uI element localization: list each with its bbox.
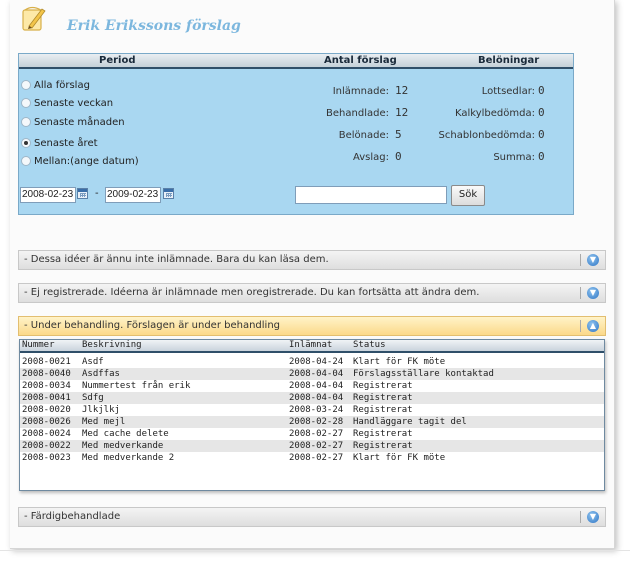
table-row[interactable]: 2008-0020 Jlkjlkj 2008-03-24 Registrerat — [20, 404, 604, 416]
lottsedlar-label: Lottsedlar: — [481, 86, 535, 97]
kalkylbedomda-value: 0 — [538, 106, 545, 119]
beloningar-header: Belöningar — [478, 55, 540, 66]
chevron-up-icon[interactable]: ▲ — [587, 320, 599, 332]
table-row[interactable]: 2008-0026 Med mejl 2008-02-28 Handläggar… — [20, 416, 604, 428]
table-header: Nummer Beskrivning Inlämnat Status — [20, 340, 604, 353]
section-title: - Dessa idéer är ännu inte inlämnade. Ba… — [24, 254, 329, 265]
radio-button[interactable] — [21, 98, 31, 108]
summa-label: Summa: — [493, 152, 535, 163]
calendar-icon[interactable] — [77, 188, 88, 199]
table-row[interactable]: 2008-0034 Nummertest från erik 2008-04-0… — [20, 380, 604, 392]
page-container: Erik Erikssons förslag Period Antal förs… — [10, 0, 615, 549]
search-input[interactable] — [295, 186, 447, 204]
radio-button[interactable] — [21, 156, 31, 166]
radio-button-selected[interactable] — [21, 138, 31, 148]
antal-header: Antal förslag — [324, 55, 397, 66]
table-row[interactable]: 2008-0021 Asdf 2008-04-24 Klart för FK m… — [20, 356, 604, 368]
period-option-mellan[interactable]: Mellan:(ange datum) — [21, 154, 139, 168]
section-under-review[interactable]: - Under behandling. Förslagen är under b… — [18, 316, 606, 336]
period-option-ar[interactable]: Senaste året — [21, 136, 98, 150]
filter-header: Period Antal förslag Belöningar — [19, 54, 573, 69]
column-header-status[interactable]: Status — [353, 340, 386, 350]
behandlade-value: 12 — [395, 106, 409, 119]
section-title: - Ej registrerade. Idéerna är inlämnade … — [24, 287, 480, 298]
kalkylbedomda-label: Kalkylbedömda: — [455, 108, 535, 119]
date-to-input[interactable]: 2009-02-23 — [105, 187, 161, 203]
filter-panel: Period Antal förslag Belöningar Alla för… — [18, 53, 574, 215]
belonade-value: 5 — [395, 128, 402, 141]
column-header-beskrivning[interactable]: Beskrivning — [82, 340, 142, 350]
chevron-down-icon[interactable]: ▼ — [587, 254, 599, 266]
page-title: Erik Erikssons förslag — [67, 18, 241, 34]
bottom-divider — [0, 550, 630, 551]
section-unregistered[interactable]: - Ej registrerade. Idéerna är inlämnade … — [18, 283, 606, 303]
section-completed[interactable]: - Färdigbehandlade ▼ — [18, 507, 606, 527]
period-header: Period — [99, 55, 136, 66]
date-separator: - — [95, 188, 99, 199]
avslag-label: Avslag: — [352, 152, 389, 163]
proposals-table: Nummer Beskrivning Inlämnat Status 2008-… — [19, 339, 605, 491]
table-row[interactable]: 2008-0024 Med cache delete 2008-02-27 Re… — [20, 428, 604, 440]
column-header-nummer[interactable]: Nummer — [22, 340, 55, 350]
avslag-value: 0 — [395, 150, 402, 163]
chevron-down-icon[interactable]: ▼ — [587, 511, 599, 523]
behandlade-label: Behandlade: — [326, 108, 389, 119]
radio-button[interactable] — [21, 80, 31, 90]
table-row[interactable]: 2008-0041 Sdfg 2008-04-04 Registrerat — [20, 392, 604, 404]
table-row[interactable]: 2008-0022 Med medverkande 2008-02-27 Reg… — [20, 440, 604, 452]
table-row[interactable]: 2008-0040 Asdffas 2008-04-04 Förslagsstä… — [20, 368, 604, 380]
separator — [580, 320, 581, 332]
column-header-inlamnat[interactable]: Inlämnat — [289, 340, 332, 350]
separator — [580, 511, 581, 523]
notepad-pencil-icon — [22, 6, 46, 31]
period-option-alla[interactable]: Alla förslag — [21, 78, 90, 92]
chevron-down-icon[interactable]: ▼ — [587, 287, 599, 299]
search-button[interactable]: Sök — [451, 185, 485, 206]
section-title: - Under behandling. Förslagen är under b… — [24, 320, 281, 331]
summa-value: 0 — [538, 150, 545, 163]
schablonbedomda-label: Schablonbedömda: — [438, 130, 535, 141]
separator — [580, 254, 581, 266]
lottsedlar-value: 0 — [538, 84, 545, 97]
schablonbedomda-value: 0 — [538, 128, 545, 141]
separator — [580, 287, 581, 299]
calendar-icon[interactable] — [163, 188, 174, 199]
inlamnade-value: 12 — [395, 84, 409, 97]
inlamnade-label: Inlämnade: — [332, 86, 389, 97]
belonade-label: Belönade: — [338, 130, 389, 141]
radio-button[interactable] — [21, 117, 31, 127]
section-title: - Färdigbehandlade — [24, 511, 121, 522]
section-not-submitted[interactable]: - Dessa idéer är ännu inte inlämnade. Ba… — [18, 250, 606, 270]
table-row[interactable]: 2008-0023 Med medverkande 2 2008-02-27 K… — [20, 452, 604, 464]
period-option-vecka[interactable]: Senaste veckan — [21, 96, 113, 110]
period-option-manad[interactable]: Senaste månaden — [21, 115, 125, 129]
date-from-input[interactable]: 2008-02-23 — [20, 187, 76, 203]
